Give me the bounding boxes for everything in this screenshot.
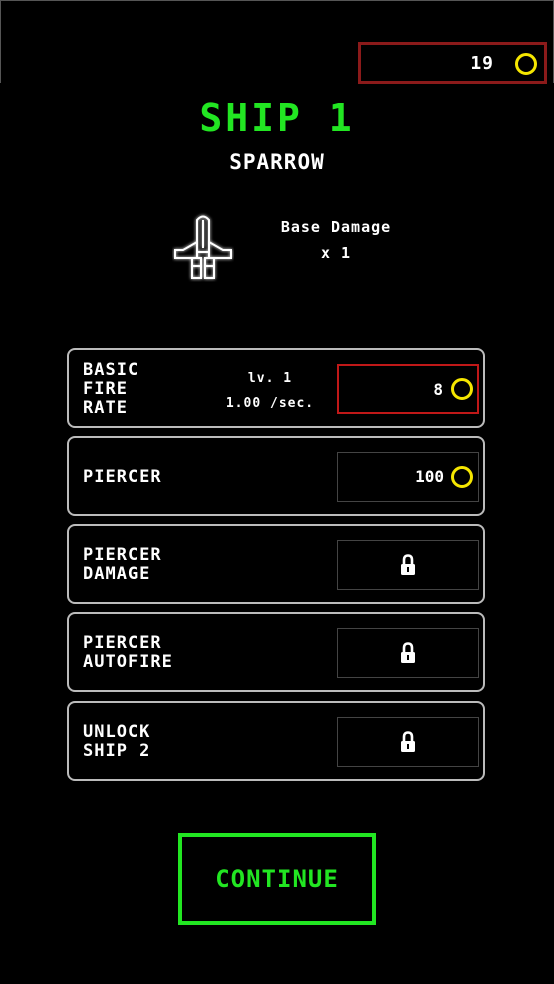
buy-basic-fire-rate-button[interactable]: 8 (337, 364, 479, 414)
locked-piercer-autofire-button[interactable] (337, 628, 479, 678)
coin-icon (451, 466, 473, 488)
price-value: 8 (433, 380, 443, 399)
buy-piercer-button[interactable]: 100 (337, 452, 479, 502)
coin-count: 19 (470, 53, 494, 74)
lock-icon (401, 731, 415, 752)
upgrade-name: PIERCER DAMAGE (83, 545, 162, 584)
coin-counter: 19 (358, 42, 547, 84)
locked-unlock-ship-2-button[interactable] (337, 717, 479, 767)
locked-piercer-damage-button[interactable] (337, 540, 479, 590)
base-damage-label: Base Damage (280, 218, 392, 236)
upgrade-piercer-damage: PIERCER DAMAGE (67, 524, 485, 604)
continue-label: CONTINUE (215, 865, 339, 893)
ship-name: SPARROW (229, 150, 325, 174)
upgrade-name: UNLOCK SHIP 2 (83, 722, 151, 761)
upgrade-level: lv. 1 (247, 371, 293, 386)
price-value: 100 (415, 467, 444, 486)
ship-sparrow-icon (174, 215, 232, 279)
continue-button[interactable]: CONTINUE (178, 833, 376, 925)
upgrade-piercer-autofire: PIERCER AUTOFIRE (67, 612, 485, 692)
upgrade-name: PIERCER AUTOFIRE (83, 633, 173, 672)
ship-title: SHIP 1 (199, 96, 355, 140)
upgrade-stats: lv. 1 1.00 /sec. (209, 366, 331, 416)
coin-icon (451, 378, 473, 400)
top-bar: 19 (0, 0, 554, 84)
upgrade-name: BASIC FIRE RATE (83, 360, 140, 418)
lock-icon (401, 642, 415, 663)
base-damage-value: x 1 (320, 244, 352, 262)
upgrade-piercer: PIERCER 100 (67, 436, 485, 516)
coin-icon (515, 53, 537, 75)
upgrade-rate: 1.00 /sec. (225, 396, 315, 411)
lock-icon (401, 554, 415, 575)
upgrade-name: PIERCER (83, 467, 162, 487)
upgrade-basic-fire-rate: BASIC FIRE RATE lv. 1 1.00 /sec. 8 (67, 348, 485, 428)
upgrade-unlock-ship-2: UNLOCK SHIP 2 (67, 701, 485, 781)
